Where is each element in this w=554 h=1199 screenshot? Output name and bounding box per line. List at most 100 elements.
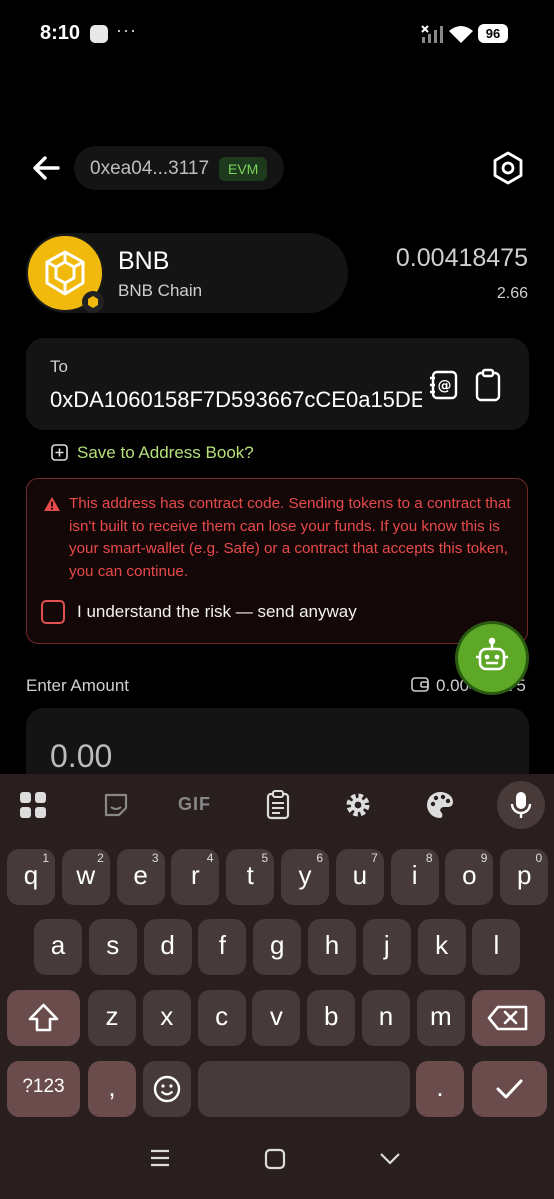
- svg-text:@: @: [438, 378, 452, 394]
- key-label: r: [191, 860, 200, 890]
- key-number-hint: 7: [371, 851, 378, 865]
- key-k[interactable]: k: [417, 919, 466, 975]
- comma-key[interactable]: ,: [88, 1061, 136, 1117]
- assistant-bot-button[interactable]: [458, 624, 526, 692]
- save-address-link[interactable]: Save to Address Book?: [77, 443, 254, 463]
- wallet-icon: [411, 677, 429, 692]
- key-r[interactable]: r4: [171, 849, 220, 905]
- shift-arrow-icon: [28, 1003, 59, 1032]
- emoji-key[interactable]: [143, 1061, 191, 1117]
- recipient-address-input[interactable]: 0xDA1060158F7D593667cCE0a15DE: [50, 387, 422, 413]
- battery-indicator: 96: [478, 24, 508, 43]
- status-time: 8:10: [40, 22, 81, 44]
- token-fiat-value: 2.66: [496, 285, 528, 302]
- checkmark-icon: [496, 1079, 523, 1099]
- key-number-hint: 1: [42, 851, 49, 865]
- apps-grid-icon[interactable]: [17, 789, 49, 821]
- sticker-icon[interactable]: [100, 789, 132, 821]
- wifi-icon: [449, 26, 473, 43]
- period-key[interactable]: .: [416, 1061, 464, 1117]
- key-g[interactable]: g: [253, 919, 302, 975]
- backspace-icon: [487, 1005, 528, 1031]
- settings-hexagon-icon[interactable]: [490, 150, 526, 186]
- risk-checkbox[interactable]: [41, 600, 65, 624]
- token-symbol: BNB: [118, 247, 170, 275]
- home-icon[interactable]: [263, 1148, 287, 1170]
- key-label: p: [516, 860, 532, 890]
- key-label: o: [462, 860, 477, 890]
- key-b[interactable]: b: [307, 990, 356, 1046]
- key-f[interactable]: f: [198, 919, 247, 975]
- add-icon[interactable]: [51, 444, 68, 461]
- key-u[interactable]: u7: [335, 849, 384, 905]
- gif-button[interactable]: GIF: [178, 794, 210, 826]
- network-badge: EVM: [219, 157, 268, 181]
- symbols-key[interactable]: ?123: [7, 1061, 80, 1117]
- soft-keyboard: [0, 774, 554, 1199]
- enter-key[interactable]: [472, 1061, 547, 1117]
- recent-apps-icon[interactable]: [148, 1148, 172, 1168]
- emoji-smiley-icon: [153, 1075, 181, 1103]
- key-l[interactable]: l: [472, 919, 521, 975]
- bnb-chain-badge-icon: [82, 291, 104, 313]
- key-number-hint: 6: [316, 851, 323, 865]
- key-w[interactable]: w2: [61, 849, 110, 905]
- amount-label: Enter Amount: [26, 676, 130, 695]
- robot-icon: [476, 637, 508, 671]
- clipboard-icon[interactable]: [262, 789, 294, 821]
- space-key[interactable]: [198, 1061, 410, 1117]
- back-arrow-icon[interactable]: [30, 152, 62, 184]
- recipient-label: To: [50, 357, 68, 376]
- key-x[interactable]: x: [142, 990, 191, 1046]
- address-book-icon[interactable]: @: [428, 369, 460, 401]
- key-a[interactable]: a: [34, 919, 82, 975]
- key-v[interactable]: v: [252, 990, 301, 1046]
- key-number-hint: 9: [480, 851, 488, 865]
- key-e[interactable]: e3: [116, 849, 165, 905]
- key-m[interactable]: m: [416, 990, 465, 1046]
- token-balance: 0.00418475: [395, 244, 528, 272]
- key-j[interactable]: j: [362, 919, 411, 975]
- microphone-icon: [510, 792, 532, 818]
- key-h[interactable]: h: [308, 919, 356, 975]
- key-c[interactable]: c: [197, 990, 246, 1046]
- key-q[interactable]: q1: [7, 849, 55, 905]
- key-d[interactable]: d: [143, 919, 192, 975]
- key-number-hint: 3: [151, 851, 159, 865]
- key-i[interactable]: i8: [390, 849, 439, 905]
- token-chain: BNB Chain: [118, 281, 203, 300]
- key-number-hint: 8: [425, 851, 433, 865]
- key-number-hint: 5: [261, 851, 269, 865]
- keyboard-settings-gear-icon[interactable]: [342, 789, 374, 821]
- warning-triangle-icon: [44, 497, 60, 511]
- key-t[interactable]: t5: [226, 849, 275, 905]
- shift-key[interactable]: [7, 990, 80, 1046]
- key-number-hint: 2: [97, 851, 104, 865]
- paste-clipboard-icon[interactable]: [474, 368, 502, 402]
- key-label: q: [23, 860, 39, 890]
- key-label: y: [298, 860, 312, 890]
- key-label: e: [133, 860, 148, 890]
- theme-palette-icon[interactable]: [424, 789, 456, 821]
- app-notification-icon: [90, 25, 108, 43]
- signal-icon: [421, 25, 443, 43]
- wallet-address: 0xea04...3117: [90, 158, 210, 179]
- key-n[interactable]: n: [362, 990, 410, 1046]
- key-number-hint: 4: [206, 851, 214, 865]
- backspace-key[interactable]: [472, 990, 545, 1046]
- warning-message: This address has contract code. Sending …: [69, 495, 511, 581]
- key-y[interactable]: y6: [281, 849, 329, 905]
- back-nav-icon[interactable]: [378, 1148, 402, 1168]
- key-s[interactable]: s: [88, 919, 137, 975]
- more-notifications-icon: ···: [116, 20, 137, 40]
- key-o[interactable]: o9: [445, 849, 494, 905]
- key-z[interactable]: z: [88, 990, 136, 1046]
- key-label: w: [76, 860, 96, 890]
- key-label: i: [411, 860, 418, 890]
- key-label: u: [352, 860, 368, 890]
- key-p[interactable]: p0: [500, 849, 549, 905]
- amount-input[interactable]: 0.00: [50, 738, 112, 775]
- key-number-hint: 0: [535, 851, 543, 865]
- key-label: t: [246, 860, 254, 890]
- risk-checkbox-label[interactable]: I understand the risk — send anyway: [77, 602, 357, 622]
